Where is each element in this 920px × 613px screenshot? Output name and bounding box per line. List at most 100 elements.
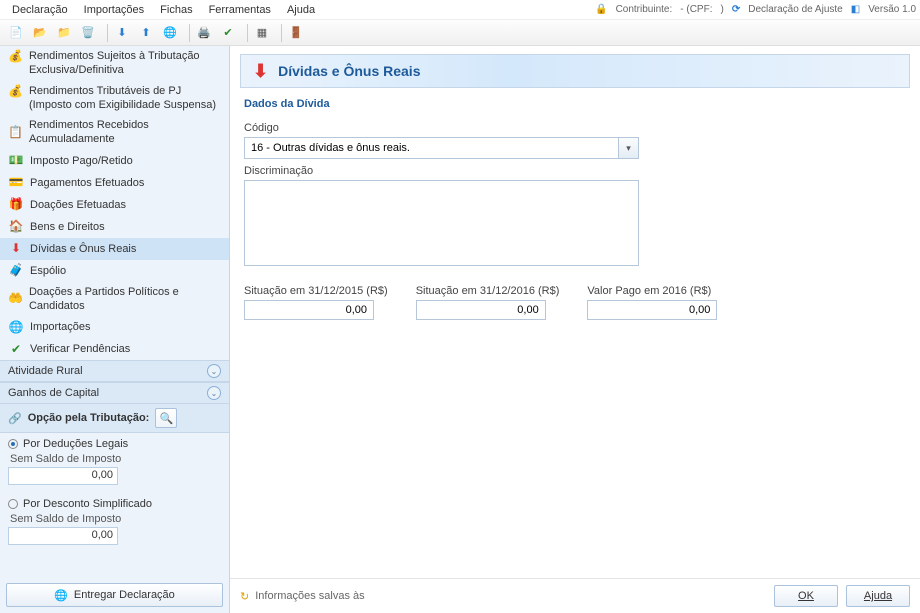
- panel-title: Dívidas e Ônus Reais: [278, 63, 420, 79]
- menu-fichas[interactable]: Fichas: [152, 2, 200, 18]
- help-button[interactable]: Ajuda: [846, 585, 910, 607]
- debt-form: Código ▾ Discriminação Situação em 31/12…: [230, 112, 920, 324]
- nav-label: Rendimentos Sujeitos à Tributação Exclus…: [29, 49, 221, 78]
- sync-down-icon[interactable]: ⬇: [112, 23, 132, 43]
- radio-simplificado[interactable]: Por Desconto Simplificado: [8, 495, 221, 513]
- list-icon: 📋: [8, 124, 23, 140]
- version-label: Versão 1.0: [868, 4, 916, 15]
- section-ganhos[interactable]: Ganhos de Capital ⌄: [0, 382, 229, 404]
- ok-button[interactable]: OK: [774, 585, 838, 607]
- nav-label: Bens e Direitos: [30, 220, 105, 234]
- refresh-icon[interactable]: ⟳: [732, 4, 740, 15]
- sidebar: 💰 Rendimentos Sujeitos à Tributação Exclu…: [0, 46, 230, 613]
- nav-verificar[interactable]: ✔Verificar Pendências: [0, 338, 229, 360]
- codigo-label: Código: [244, 122, 906, 134]
- radio-dot-selected-icon: [8, 439, 18, 449]
- col2-label: Situação em 31/12/2016 (R$): [416, 285, 560, 297]
- chevron-down-icon: ⌄: [207, 386, 221, 400]
- nav-label: Doações Efetuadas: [30, 198, 126, 212]
- nav-importacoes[interactable]: 🌐 Importações: [0, 316, 229, 338]
- deliver-label: Entregar Declaração: [74, 589, 175, 601]
- trash-icon[interactable]: 🗑️: [78, 23, 98, 43]
- cpf-close: ): [720, 4, 723, 15]
- money-lock-icon: 💰: [8, 84, 23, 100]
- menu-declaracao[interactable]: Declaração: [4, 2, 76, 18]
- help-label: Ajuda: [864, 590, 892, 602]
- opt-icon: 🔗: [8, 412, 22, 425]
- chevron-down-icon[interactable]: ▾: [618, 138, 638, 158]
- exit-icon[interactable]: 🚪: [286, 23, 306, 43]
- section-label-rural: Atividade Rural: [8, 365, 83, 377]
- situacao-2015-input[interactable]: [244, 300, 374, 320]
- opt-tributacao-row: 🔗 Opção pela Tributação: 🔍: [0, 404, 229, 433]
- menu-ajuda[interactable]: Ajuda: [279, 2, 323, 18]
- nav-label: Pagamentos Efetuados: [30, 176, 144, 190]
- hand-icon: 🤲: [8, 291, 23, 307]
- nav-dividas[interactable]: ⬇Dívidas e Ônus Reais: [0, 238, 229, 260]
- decl-type: Declaração de Ajuste: [748, 4, 843, 15]
- col1-label: Situação em 31/12/2015 (R$): [244, 285, 388, 297]
- lock-icon: 🔒: [595, 4, 607, 15]
- radio-deducoes[interactable]: Por Deduções Legais: [8, 435, 221, 453]
- nav-rend-pj[interactable]: 💰 Rendimentos Tributáveis de PJ (Imposto …: [0, 81, 229, 116]
- col3-label: Valor Pago em 2016 (R$): [587, 285, 717, 297]
- codigo-select[interactable]: ▾: [244, 137, 639, 159]
- status-bar: 🔒 Contribuinte: - (CPF: ) ⟳ Declaração d…: [595, 4, 916, 15]
- print-icon[interactable]: 🖨️: [194, 23, 214, 43]
- contribuinte-label: Contribuinte:: [616, 4, 673, 15]
- radio-label: Por Deduções Legais: [23, 438, 128, 450]
- nav-label: Verificar Pendências: [30, 342, 130, 356]
- menu-ferramentas[interactable]: Ferramentas: [201, 2, 279, 18]
- nav-label: Rendimentos Recebidos Acumuladamente: [29, 118, 221, 147]
- globe-icon: 🌐: [8, 319, 24, 335]
- nav-imposto-pago[interactable]: 💵Imposto Pago/Retido: [0, 150, 229, 172]
- menu-importacoes[interactable]: Importações: [76, 2, 153, 18]
- codigo-input[interactable]: [244, 137, 639, 159]
- card-icon: 💳: [8, 175, 24, 191]
- nav-rend-acum[interactable]: 📋 Rendimentos Recebidos Acumuladamente: [0, 115, 229, 150]
- section-rural[interactable]: Atividade Rural ⌄: [0, 360, 229, 382]
- panel-header: ⬇ Dívidas e Ônus Reais: [240, 54, 910, 88]
- validate-icon[interactable]: ✔: [218, 23, 238, 43]
- sync-up-icon[interactable]: ⬆: [136, 23, 156, 43]
- nav-list: 💰 Rendimentos Sujeitos à Tributação Exclu…: [0, 46, 229, 360]
- gift-icon: 🎁: [8, 197, 24, 213]
- nav-label: Rendimentos Tributáveis de PJ (Imposto c…: [29, 84, 221, 113]
- nav-rend-exclusiva[interactable]: 💰 Rendimentos Sujeitos à Tributação Exclu…: [0, 46, 229, 81]
- calculator-icon[interactable]: ▦: [252, 23, 272, 43]
- nav-label: Espólio: [30, 264, 66, 278]
- toolbar: 📄 📂 📁 🗑️ ⬇ ⬆ 🌐 🖨️ ✔ ▦ 🚪: [0, 20, 920, 46]
- nav-doacoes[interactable]: 🎁 Doações Efetuadas: [0, 194, 229, 216]
- opt-tributacao-label: Opção pela Tributação:: [28, 412, 150, 424]
- footer: ↻ Informações salvas às OK Ajuda: [230, 578, 920, 613]
- nav-label: Doações a Partidos Políticos e Candidato…: [29, 285, 221, 314]
- menubar: Declaração Importações Fichas Ferramenta…: [0, 0, 920, 20]
- valor-pago-input[interactable]: [587, 300, 717, 320]
- house-icon: 🏠: [8, 219, 24, 235]
- globe-deliver-icon: 🌐: [54, 589, 68, 602]
- open-folder-icon[interactable]: 📂: [30, 23, 50, 43]
- nav-bens[interactable]: 🏠 Bens e Direitos: [0, 216, 229, 238]
- nav-label: Dívidas e Ônus Reais: [30, 242, 136, 256]
- save-status-icon: ↻: [240, 590, 249, 603]
- chevron-down-icon: ⌄: [207, 364, 221, 378]
- deliver-button[interactable]: 🌐 Entregar Declaração: [6, 583, 223, 607]
- section-label-ganhos: Ganhos de Capital: [8, 387, 99, 399]
- globe-sync-icon[interactable]: 🌐: [160, 23, 180, 43]
- search-button[interactable]: 🔍: [155, 408, 177, 428]
- nav-doacoes-part[interactable]: 🤲 Doações a Partidos Políticos e Candidat…: [0, 282, 229, 317]
- open-folder2-icon[interactable]: 📁: [54, 23, 74, 43]
- chest-icon: 🧳: [8, 263, 24, 279]
- balance-label-2: Sem Saldo de Imposto: [8, 513, 221, 525]
- discr-textarea[interactable]: [244, 180, 639, 266]
- nav-pagamentos[interactable]: 💳 Pagamentos Efetuados: [0, 172, 229, 194]
- arrow-down-icon: ⬇: [253, 61, 268, 82]
- section-title: Dados da Dívida: [230, 92, 920, 112]
- situacao-2016-input[interactable]: [416, 300, 546, 320]
- money-icon: 💰: [8, 49, 23, 65]
- nav-label: Importações: [30, 320, 91, 334]
- nav-label: Imposto Pago/Retido: [30, 154, 133, 168]
- discr-label: Discriminação: [244, 165, 906, 177]
- nav-espolio[interactable]: 🧳 Espólio: [0, 260, 229, 282]
- new-doc-icon[interactable]: 📄: [6, 23, 26, 43]
